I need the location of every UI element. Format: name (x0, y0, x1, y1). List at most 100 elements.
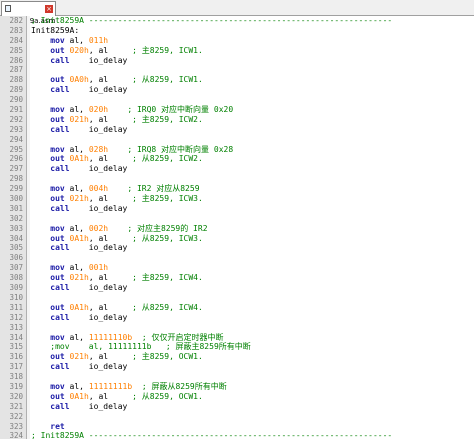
code-line[interactable]: 308 out 021h, al ; 主8259, ICW4. (0, 273, 474, 283)
code-line[interactable]: 290 (0, 95, 474, 105)
line-number: 324 (9, 431, 23, 439)
code-line[interactable]: 282 ; Init8259A -------------------------… (0, 16, 474, 26)
code-line[interactable]: 291 mov al, 020h ; IRQ0 对应中断向量 0x20 (0, 105, 474, 115)
token-num: 0A1h (69, 233, 89, 243)
token-cmt: ; 屏蔽从8259所有中断 (141, 381, 227, 391)
token-num: 021h (69, 194, 89, 204)
code-text: Init8259A: (31, 26, 79, 36)
code-line[interactable]: 297 call io_delay (0, 164, 474, 174)
line-number: 314 (9, 332, 23, 342)
code-line[interactable]: 310 (0, 293, 474, 303)
code-line[interactable]: 289 call io_delay (0, 85, 474, 95)
code-line[interactable]: 287 (0, 65, 474, 75)
code-text: mov al, 004h ; IR2 对应从8259 (31, 184, 200, 194)
line-number: 313 (9, 322, 23, 332)
code-line[interactable]: 295 mov al, 028h ; IRQ8 对应中断向量 0x28 (0, 145, 474, 155)
code-line[interactable]: 322 (0, 412, 474, 422)
code-line[interactable]: 302 (0, 214, 474, 224)
code-line[interactable]: 300 out 021h, al ; 主8259, ICW3. (0, 194, 474, 204)
token-plain: io_delay (69, 362, 128, 372)
token-cmt: ; IRQ0 对应中断向量 0x20 (127, 105, 234, 115)
code-line[interactable]: 317 call io_delay (0, 362, 474, 372)
code-line[interactable]: 293 call io_delay (0, 125, 474, 135)
token-plain: , al (88, 154, 133, 164)
token-num: 021h (69, 352, 89, 362)
token-kw: call (50, 203, 70, 213)
token-plain: , al (88, 114, 133, 124)
token-kw: mov (50, 184, 65, 194)
file-icon (5, 4, 11, 12)
tab-pmtest9a[interactable]: pmtest9a.asm × (1, 1, 56, 25)
code-line[interactable]: 307 mov al, 001h (0, 263, 474, 273)
code-text: mov al, 11111110b ; 仅仅开启定时器中断 (31, 333, 223, 343)
token-kw: out (50, 194, 65, 204)
code-line[interactable]: 309 call io_delay (0, 283, 474, 293)
line-number: 290 (9, 95, 23, 105)
token-plain: al, (64, 144, 89, 154)
close-icon[interactable]: × (45, 5, 53, 13)
code-line[interactable]: 304 out 0A1h, al ; 从8259, ICW3. (0, 234, 474, 244)
token-cmt: ; IR2 对应从8259 (127, 184, 200, 194)
code-editor[interactable]: 282 ; Init8259A -------------------------… (0, 16, 474, 439)
line-number: 289 (9, 85, 23, 95)
token-cmt: ;mov al, 11111111b ; 屏蔽主8259所有中断 (50, 342, 251, 352)
token-num: 028h (88, 144, 109, 154)
code-text: mov al, 028h ; IRQ8 对应中断向量 0x28 (31, 145, 233, 155)
line-number: 311 (9, 302, 23, 312)
code-line[interactable]: 314 mov al, 11111110b ; 仅仅开启定时器中断 (0, 333, 474, 343)
code-line[interactable]: 292 out 021h, al ; 主8259, ICW2. (0, 115, 474, 125)
line-number: 296 (9, 154, 23, 164)
code-line[interactable]: 323 ret (0, 422, 474, 432)
code-line[interactable]: 286 call io_delay (0, 56, 474, 66)
code-line[interactable]: 319 mov al, 11111111b ; 屏蔽从8259所有中断 (0, 382, 474, 392)
line-number: 288 (9, 75, 23, 85)
token-plain: io_delay (69, 124, 128, 134)
code-line[interactable]: 284 mov al, 011h (0, 36, 474, 46)
token-kw: mov (50, 381, 65, 391)
token-num: 001h (88, 263, 109, 273)
code-line[interactable]: 315 ;mov al, 11111111b ; 屏蔽主8259所有中断 (0, 342, 474, 352)
token-plain: , al (88, 391, 133, 401)
code-text: out 0A1h, al ; 从8259, ICW4. (31, 303, 203, 313)
code-line[interactable]: 305 call io_delay (0, 243, 474, 253)
code-line[interactable]: 312 call io_delay (0, 313, 474, 323)
code-line[interactable]: 316 out 021h, al ; 主8259, OCW1. (0, 352, 474, 362)
code-text: ; Init8259A ----------------------------… (31, 16, 392, 26)
token-num: 021h (69, 114, 89, 124)
token-plain: al, (64, 35, 89, 45)
code-line[interactable]: 294 (0, 135, 474, 145)
code-line[interactable]: 301 call io_delay (0, 204, 474, 214)
code-line[interactable]: 283 Init8259A: (0, 26, 474, 36)
tab-bar: pmtest9a.asm × (0, 0, 474, 25)
code-line[interactable]: 318 (0, 372, 474, 382)
code-text: mov al, 011h (31, 36, 108, 46)
line-number: 299 (9, 184, 23, 194)
code-line[interactable]: 311 out 0A1h, al ; 从8259, ICW4. (0, 303, 474, 313)
code-line[interactable]: 320 out 0A1h, al ; 从8259, OCW1. (0, 392, 474, 402)
code-line[interactable]: 306 (0, 253, 474, 263)
code-line[interactable]: 296 out 0A1h, al ; 从8259, ICW2. (0, 154, 474, 164)
token-cmt: ; 主8259, OCW1. (132, 352, 203, 362)
code-line[interactable]: 303 mov al, 002h ; 对应主8259的 IR2 (0, 224, 474, 234)
token-cmt: ; 主8259, ICW2. (132, 114, 203, 124)
code-text: call io_delay (31, 125, 127, 135)
code-line[interactable]: 321 call io_delay (0, 402, 474, 412)
code-line[interactable]: 285 out 020h, al ; 主8259, ICW1. (0, 46, 474, 56)
token-cmt: ; 仅仅开启定时器中断 (141, 332, 224, 342)
code-line[interactable]: 298 (0, 174, 474, 184)
line-number: 322 (9, 411, 23, 421)
code-line[interactable]: 324 ; Init8259A -------------------------… (0, 431, 474, 439)
line-number: 310 (9, 292, 23, 302)
code-line[interactable]: 288 out 0A0h, al ; 从8259, ICW1. (0, 75, 474, 85)
code-line[interactable]: 313 (0, 323, 474, 333)
code-line[interactable]: 299 mov al, 004h ; IR2 对应从8259 (0, 184, 474, 194)
token-cmt: ; Init8259A ----------------------------… (31, 16, 393, 25)
